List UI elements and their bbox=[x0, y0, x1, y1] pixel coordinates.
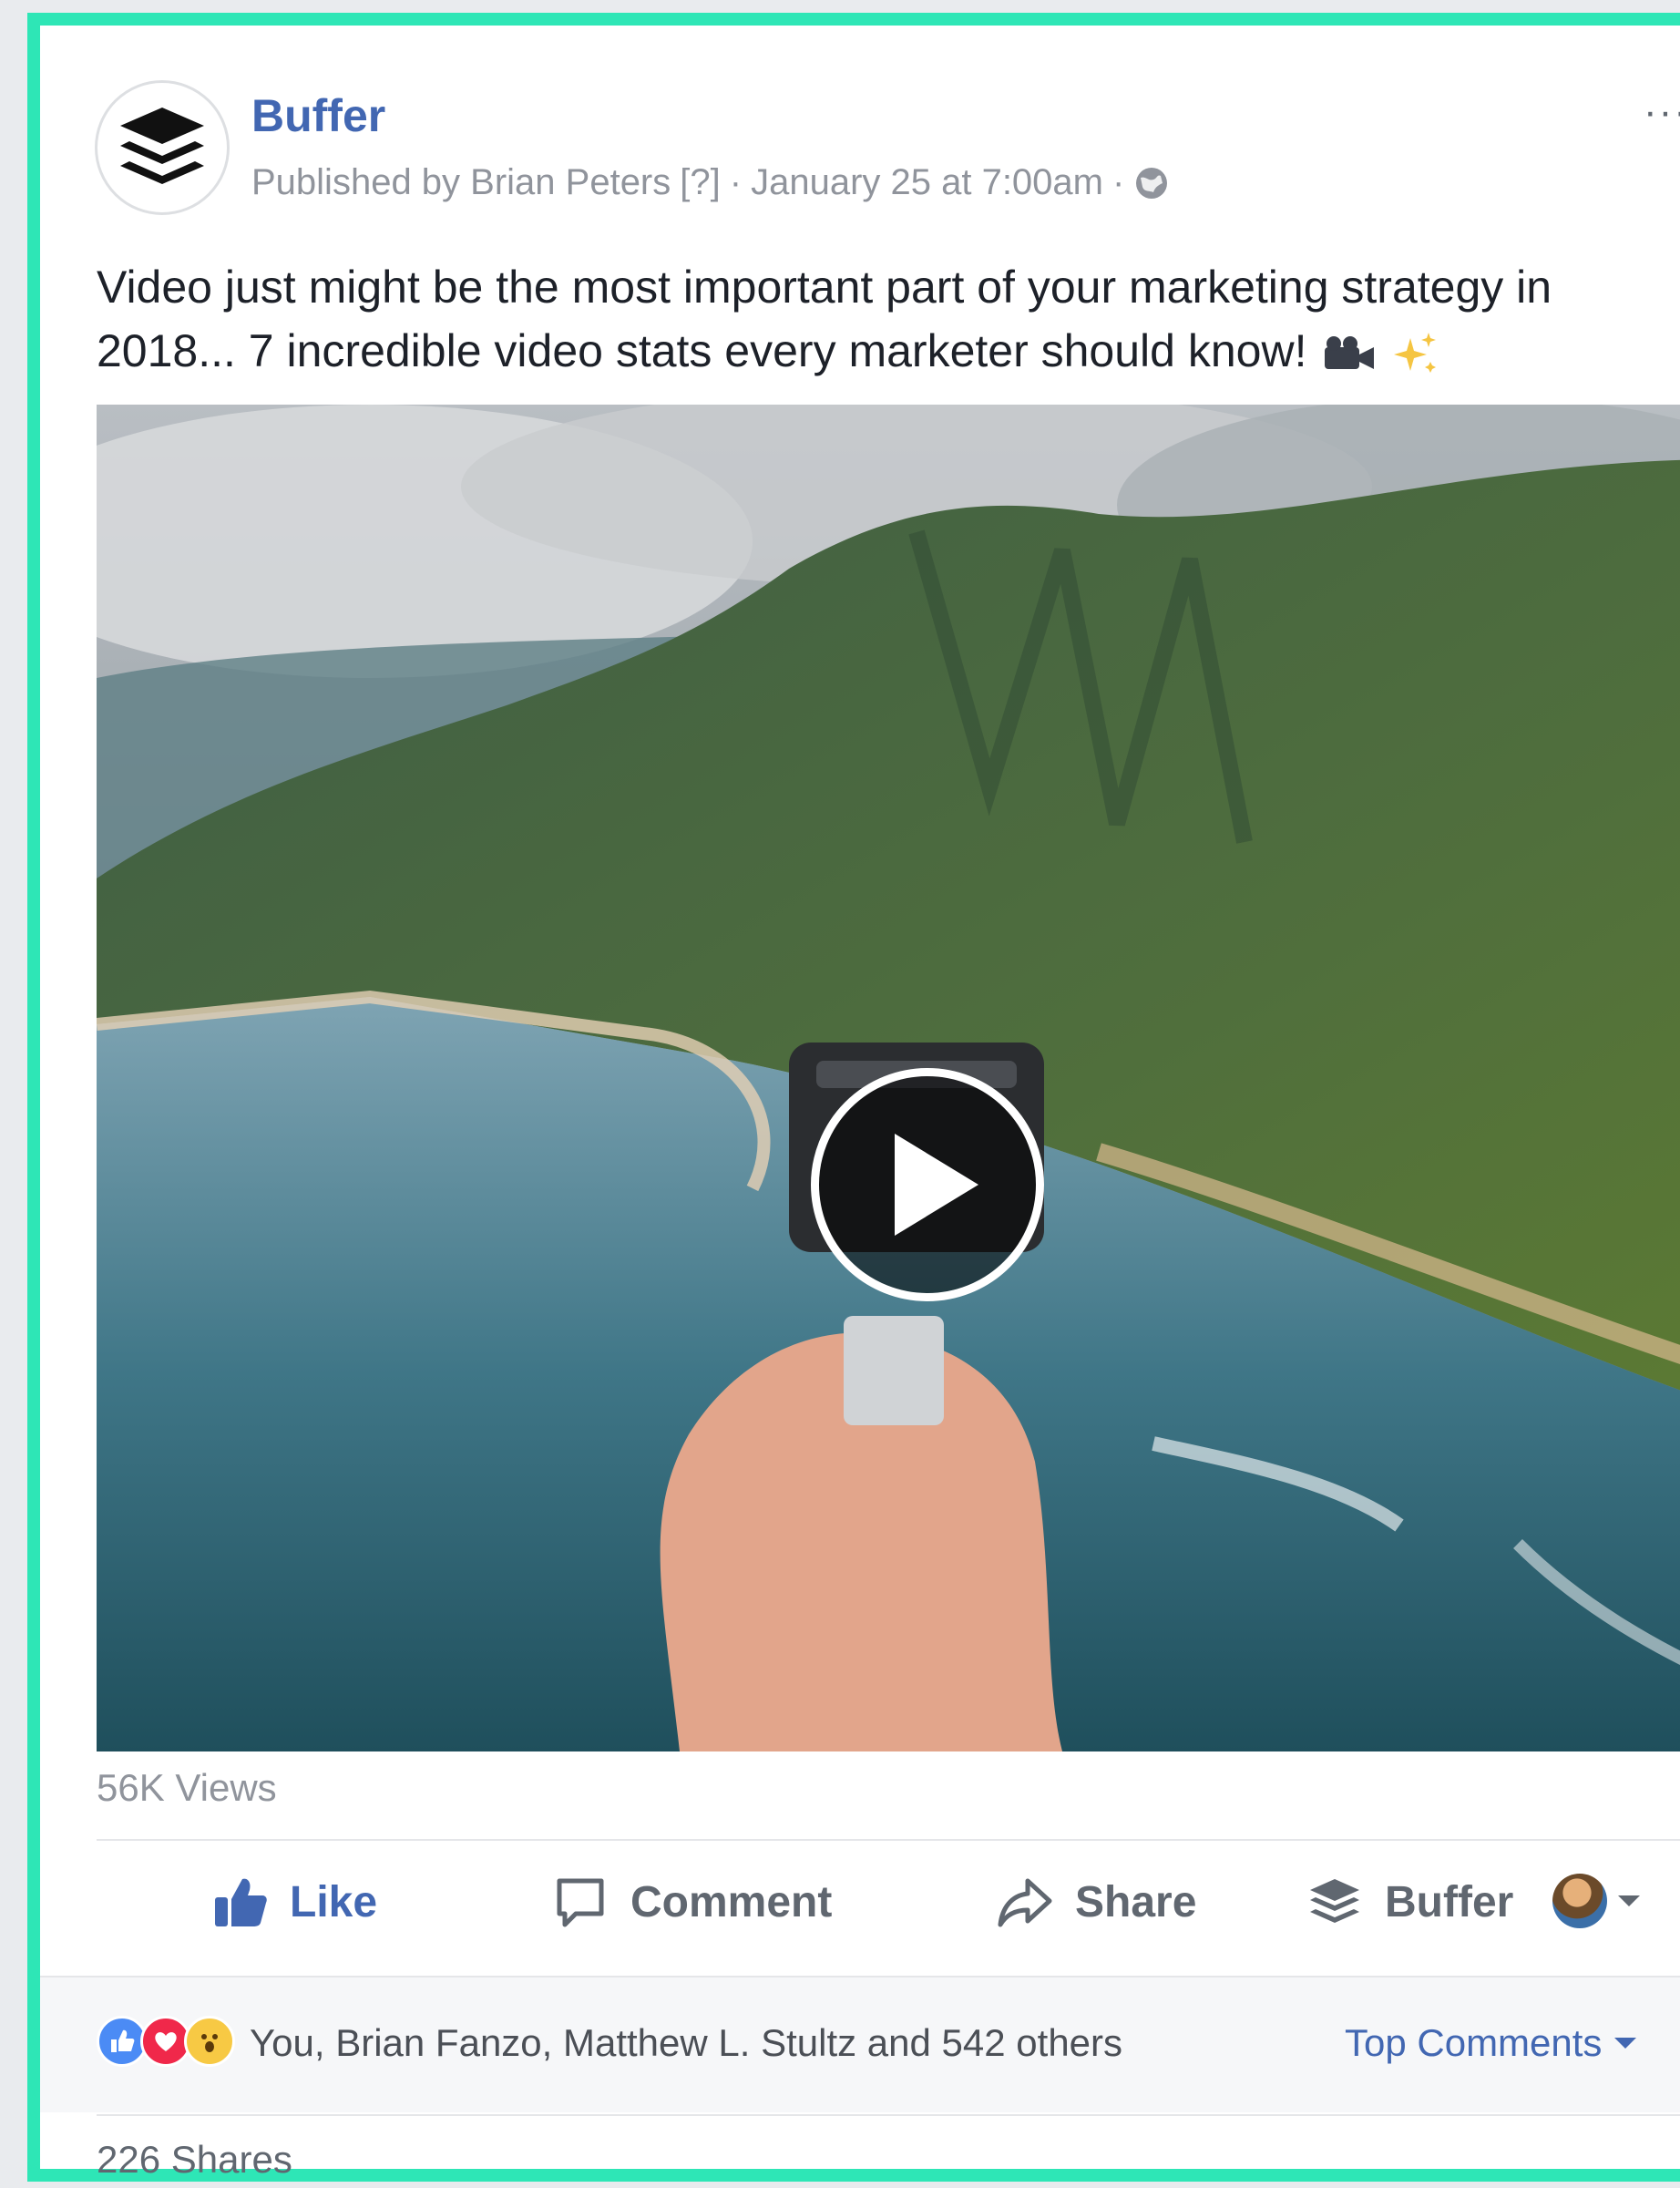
like-label: Like bbox=[290, 1877, 378, 1926]
top-comments-dropdown[interactable]: Top Comments bbox=[1345, 2021, 1637, 2065]
video-views: 56K Views bbox=[97, 1766, 277, 1809]
post-meta: Published by Brian Peters [?] · January … bbox=[251, 162, 1170, 203]
wow-reaction-icon bbox=[184, 2016, 235, 2067]
reaction-icons[interactable] bbox=[97, 2016, 235, 2067]
video-player[interactable] bbox=[97, 405, 1680, 1751]
chevron-down-icon bbox=[1614, 2038, 1637, 2049]
post-frame: Buffer Published by Brian Peters [?] · J… bbox=[27, 13, 1680, 2182]
buffer-label: Buffer bbox=[1385, 1877, 1514, 1926]
help-marker[interactable]: [?] bbox=[680, 162, 720, 203]
post-message: Video just might be the most important p… bbox=[97, 255, 1680, 383]
movie-camera-icon bbox=[1325, 335, 1375, 369]
buffer-logo-icon bbox=[120, 108, 204, 184]
avatar bbox=[1552, 1874, 1607, 1928]
thumbs-up-icon bbox=[215, 1878, 267, 1926]
post-timestamp[interactable]: January 25 at 7:00am bbox=[751, 162, 1103, 203]
comment-button[interactable]: Comment bbox=[552, 1874, 832, 1930]
buffer-icon bbox=[1310, 1879, 1359, 1923]
buffer-button[interactable]: Buffer bbox=[1306, 1874, 1513, 1930]
page-avatar[interactable] bbox=[95, 80, 230, 215]
chevron-down-icon bbox=[1618, 1895, 1640, 1906]
published-by-text: Published by Brian Peters bbox=[251, 162, 671, 202]
comment-label: Comment bbox=[630, 1877, 833, 1926]
divider bbox=[97, 2114, 1680, 2116]
share-label: Share bbox=[1075, 1877, 1197, 1926]
globe-icon[interactable] bbox=[1133, 165, 1170, 201]
more-options-button[interactable]: ··· bbox=[1644, 89, 1680, 135]
divider bbox=[97, 1839, 1680, 1841]
reactions-summary[interactable]: You, Brian Fanzo, Matthew L. Stultz and … bbox=[250, 2021, 1122, 2065]
play-button[interactable] bbox=[811, 1068, 1044, 1301]
comment-icon bbox=[557, 1878, 604, 1927]
meta-separator: · bbox=[1112, 162, 1125, 202]
play-icon bbox=[895, 1134, 978, 1236]
post-message-line2: 2018... 7 incredible video stats every m… bbox=[97, 325, 1307, 376]
meta-separator: · bbox=[729, 162, 743, 202]
reactions-bar: You, Brian Fanzo, Matthew L. Stultz and … bbox=[40, 1976, 1680, 2112]
post-card: Buffer Published by Brian Peters [?] · J… bbox=[40, 26, 1680, 2181]
shares-count[interactable]: 226 Shares bbox=[97, 2138, 292, 2182]
share-button[interactable]: Share bbox=[997, 1874, 1196, 1930]
post-message-line1: Video just might be the most important p… bbox=[97, 262, 1552, 313]
sparkles-icon bbox=[1394, 332, 1437, 373]
like-button[interactable]: Like bbox=[211, 1874, 377, 1930]
action-bar: Like Comment Share Buffer bbox=[40, 1854, 1680, 1967]
post-as-selector[interactable] bbox=[1552, 1874, 1640, 1928]
top-comments-label: Top Comments bbox=[1345, 2021, 1603, 2064]
share-icon bbox=[998, 1878, 1052, 1927]
page-name-link[interactable]: Buffer bbox=[251, 89, 385, 142]
